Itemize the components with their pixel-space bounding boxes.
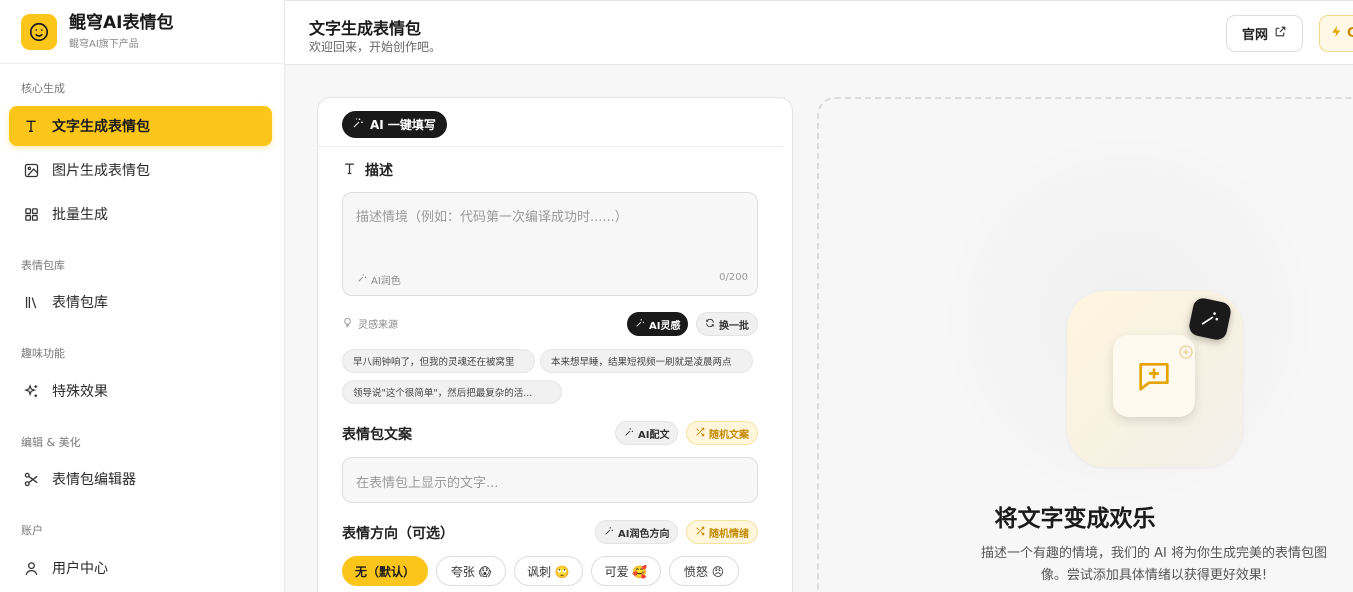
shuffle-icon <box>695 427 705 440</box>
magic-wand-icon <box>357 273 367 286</box>
external-link-icon <box>1274 25 1287 42</box>
refresh-label: 换一批 <box>719 320 749 332</box>
mood-option[interactable]: 无（默认） <box>342 556 428 586</box>
refresh-icon <box>705 318 715 331</box>
sidebar-item-label: 批量生成 <box>52 207 108 223</box>
text-icon <box>342 161 357 180</box>
official-site-label: 官网 <box>1241 28 1268 43</box>
refresh-suggestions-button[interactable]: 换一批 <box>696 312 758 336</box>
inspiration-label: 灵感来源 <box>342 316 398 331</box>
sidebar-item-user-center[interactable]: 用户中心 <box>9 548 272 588</box>
sidebar-item-label: 图片生成表情包 <box>52 163 150 179</box>
ai-caption-button[interactable]: AI配文 <box>615 421 679 445</box>
caption-label: 表情包文案 <box>342 427 412 443</box>
char-count: 0/200 <box>719 272 748 283</box>
scissors-icon <box>22 470 40 488</box>
sidebar-item-label: 特殊效果 <box>52 384 108 400</box>
credits-button[interactable]: C <box>1319 15 1353 52</box>
magic-wand-icon <box>352 117 364 132</box>
page-subtitle: 欢迎回来，开始创作吧。 <box>309 40 442 54</box>
mood-label: 表情方向（可选） <box>342 526 454 542</box>
credits-label: C <box>1347 26 1353 41</box>
inspiration-text: 灵感来源 <box>358 320 398 331</box>
library-icon <box>22 293 40 311</box>
random-mood-button[interactable]: 随机情绪 <box>686 520 758 544</box>
sparkle-icon <box>1179 345 1193 359</box>
sidebar-item-effects[interactable]: 特殊效果 <box>9 371 272 411</box>
suggestion-chip[interactable]: 本来想早睡，结果短视频一刷就是凌晨两点 <box>540 349 753 373</box>
shuffle-icon <box>695 526 705 539</box>
preview-description: 描述一个有趣的情境，我们的 AI 将为你生成完美的表情包图像。尝试添加具体情绪以… <box>981 546 1327 583</box>
ai-polish-label: AI润色 <box>371 276 401 287</box>
section-edit: 编辑 & 美化 <box>21 436 81 449</box>
random-caption-label: 随机文案 <box>709 429 749 441</box>
lightbulb-icon <box>342 317 353 331</box>
sidebar-item-editor[interactable]: 表情包编辑器 <box>9 459 272 499</box>
magic-wand-icon <box>635 318 645 331</box>
lightning-icon <box>1330 25 1343 42</box>
sidebar-item-label: 表情包编辑器 <box>52 472 136 488</box>
suggestion-chip[interactable]: 早八闹钟响了，但我的灵魂还在被窝里 <box>342 349 535 373</box>
smiley-logo-icon <box>21 13 57 50</box>
random-caption-button[interactable]: 随机文案 <box>686 421 758 445</box>
caption-placeholder: 在表情包上显示的文字... <box>356 476 499 491</box>
magic-wand-icon <box>604 526 614 539</box>
ai-mood-label: AI润色方向 <box>618 528 670 540</box>
sidebar-item-batch[interactable]: 批量生成 <box>9 194 272 234</box>
divider <box>318 146 783 147</box>
sparkles-icon <box>22 382 40 400</box>
ai-autofill-button[interactable]: AI 一键填写 <box>342 111 447 138</box>
text-icon <box>22 117 40 135</box>
ai-mood-button[interactable]: AI润色方向 <box>595 520 679 544</box>
grid-icon <box>22 205 40 223</box>
sidebar-item-label: 文字生成表情包 <box>52 119 150 135</box>
user-icon <box>22 559 40 577</box>
section-core: 核心生成 <box>21 82 65 95</box>
ai-polish-button[interactable]: AI润色 <box>357 272 401 287</box>
page-title: 文字生成表情包 <box>309 19 422 38</box>
brand[interactable]: 鲲穹AI表情包 鲲穹AI旗下产品 <box>0 0 284 64</box>
description-label: 描述 <box>365 163 393 179</box>
description-heading: 描述 <box>342 160 393 180</box>
sidebar-item-image-to-meme[interactable]: 图片生成表情包 <box>9 150 272 190</box>
ai-inspiration-label: AI灵感 <box>649 320 681 332</box>
ai-inspiration-button[interactable]: AI灵感 <box>627 312 689 336</box>
sidebar: 鲲穹AI表情包 鲲穹AI旗下产品 核心生成 文字生成表情包 图片生成表情包 批量… <box>0 0 285 592</box>
image-icon <box>22 161 40 179</box>
brand-title: 鲲穹AI表情包 <box>69 13 174 33</box>
sidebar-item-library[interactable]: 表情包库 <box>9 282 272 322</box>
magic-wand-icon <box>624 427 634 440</box>
preview-title: 将文字变成欢乐 <box>994 506 1156 532</box>
official-site-button[interactable]: 官网 <box>1226 15 1303 52</box>
top-header: 文字生成表情包 欢迎回来，开始创作吧。 官网 C <box>285 0 1353 65</box>
sidebar-item-label: 用户中心 <box>52 561 108 577</box>
section-library: 表情包库 <box>21 259 65 272</box>
mood-option[interactable]: 愤怒 😠 <box>669 556 739 586</box>
description-placeholder: 描述情境（例如：代码第一次编译成功时......） <box>356 210 628 225</box>
form-card: AI 一键填写 描述 描述情境（例如：代码第一次编译成功时......） AI润… <box>317 97 793 592</box>
preview-panel: 将文字变成欢乐 描述一个有趣的情境，我们的 AI 将为你生成完美的表情包图像。尝… <box>817 97 1353 592</box>
section-fun: 趣味功能 <box>21 347 65 360</box>
suggestion-chip[interactable]: 领导说"这个很简单"，然后把最复杂的活... <box>342 380 562 404</box>
description-textarea[interactable]: 描述情境（例如：代码第一次编译成功时......） AI润色 0/200 <box>342 192 758 296</box>
brand-subtitle: 鲲穹AI旗下产品 <box>69 39 139 50</box>
ai-caption-label: AI配文 <box>638 429 670 441</box>
ai-autofill-label: AI 一键填写 <box>370 118 436 132</box>
section-account: 账户 <box>21 524 43 537</box>
mood-option[interactable]: 可爱 🥰 <box>591 556 661 586</box>
caption-input[interactable]: 在表情包上显示的文字... <box>342 457 758 503</box>
mood-option[interactable]: 夸张 😱 <box>436 556 506 586</box>
sidebar-item-text-to-meme[interactable]: 文字生成表情包 <box>9 106 272 146</box>
mood-option[interactable]: 讽刺 🙄 <box>514 556 583 586</box>
sidebar-item-label: 表情包库 <box>52 295 108 311</box>
random-mood-label: 随机情绪 <box>709 528 749 540</box>
